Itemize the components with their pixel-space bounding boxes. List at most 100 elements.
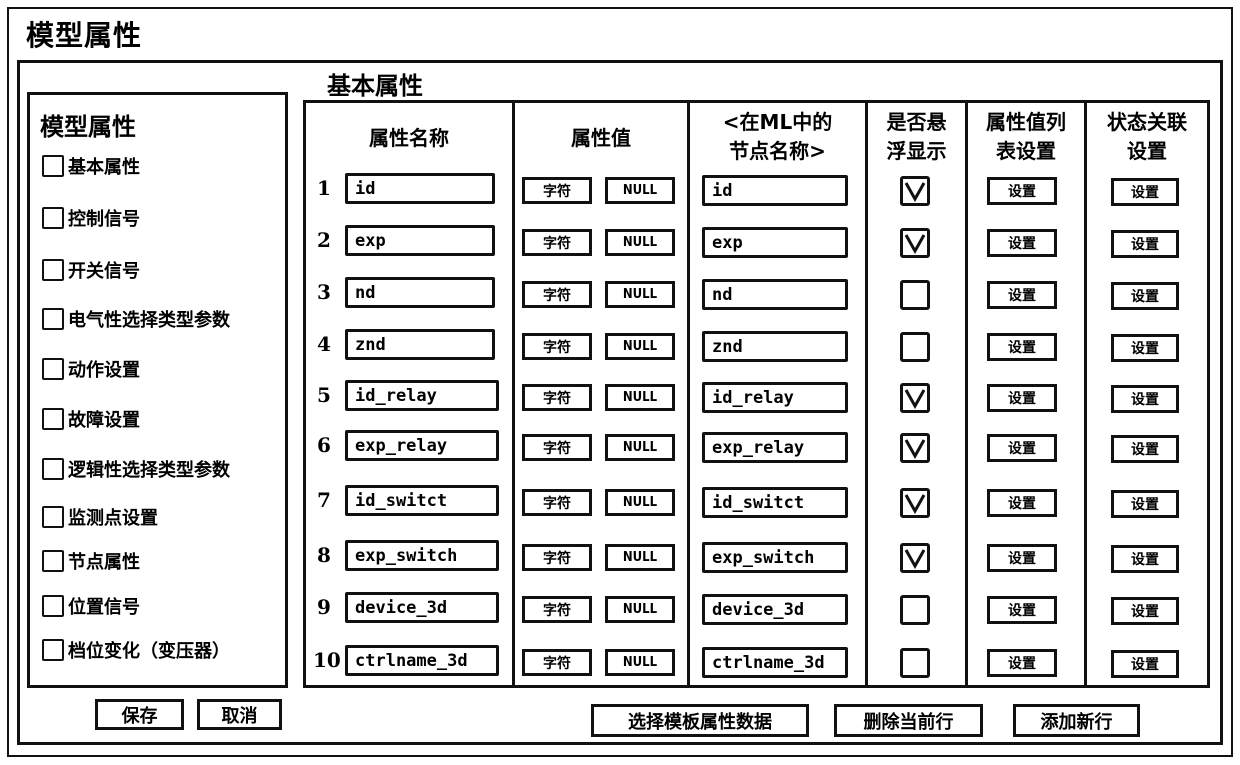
type-button[interactable]: 字符 <box>522 384 592 411</box>
type-button[interactable]: 字符 <box>522 333 592 360</box>
attribute-name-input[interactable]: id_switct <box>345 485 499 516</box>
type-button[interactable]: 字符 <box>522 489 592 516</box>
state-association-settings-button[interactable]: 设置 <box>1111 230 1179 258</box>
select-template-data-button[interactable]: 选择模板属性数据 <box>591 704 809 737</box>
null-button[interactable]: NULL <box>605 177 675 204</box>
sidebar-item[interactable]: 档位变化（变压器） <box>42 637 230 663</box>
state-association-settings-button[interactable]: 设置 <box>1111 597 1179 625</box>
sidebar-item-label: 逻辑性选择类型参数 <box>68 460 230 481</box>
ml-node-name-input[interactable]: exp_relay <box>702 432 848 463</box>
checkbox[interactable] <box>42 207 64 229</box>
attribute-name-input[interactable]: znd <box>345 329 495 360</box>
value-list-settings-button[interactable]: 设置 <box>987 333 1057 361</box>
checkbox[interactable] <box>42 595 64 617</box>
value-list-settings-button[interactable]: 设置 <box>987 177 1057 205</box>
state-association-settings-button[interactable]: 设置 <box>1111 385 1179 413</box>
null-button[interactable]: NULL <box>605 489 675 516</box>
sidebar-item[interactable]: 开关信号 <box>42 257 140 283</box>
sidebar-item[interactable]: 监测点设置 <box>42 504 158 530</box>
checkbox[interactable] <box>42 259 64 281</box>
delete-current-row-button[interactable]: 删除当前行 <box>834 704 983 737</box>
ml-node-name-input[interactable]: id <box>702 175 848 206</box>
state-association-settings-button[interactable]: 设置 <box>1111 282 1179 310</box>
type-button[interactable]: 字符 <box>522 229 592 256</box>
float-display-checkbox[interactable] <box>900 228 930 258</box>
attribute-name-input[interactable]: exp_relay <box>345 430 499 461</box>
null-button[interactable]: NULL <box>605 544 675 571</box>
checkbox[interactable] <box>42 155 64 177</box>
ml-node-name-input[interactable]: id_relay <box>702 382 848 413</box>
float-display-checkbox[interactable] <box>900 648 930 678</box>
float-display-checkbox[interactable] <box>900 543 930 573</box>
attribute-name-input[interactable]: exp_switch <box>345 540 499 571</box>
type-button[interactable]: 字符 <box>522 434 592 461</box>
float-display-checkbox[interactable] <box>900 280 930 310</box>
float-display-checkbox[interactable] <box>900 488 930 518</box>
type-button[interactable]: 字符 <box>522 177 592 204</box>
null-button[interactable]: NULL <box>605 649 675 676</box>
attribute-name-input[interactable]: nd <box>345 277 495 308</box>
float-display-checkbox[interactable] <box>900 176 930 206</box>
float-display-checkbox[interactable] <box>900 383 930 413</box>
null-button[interactable]: NULL <box>605 333 675 360</box>
ml-node-name-input[interactable]: ctrlname_3d <box>702 647 848 678</box>
state-association-settings-button[interactable]: 设置 <box>1111 435 1179 463</box>
state-association-settings-button[interactable]: 设置 <box>1111 178 1179 206</box>
value-list-settings-button[interactable]: 设置 <box>987 489 1057 517</box>
checkbox[interactable] <box>42 408 64 430</box>
null-button[interactable]: NULL <box>605 596 675 623</box>
column-divider <box>1084 100 1087 688</box>
null-button[interactable]: NULL <box>605 229 675 256</box>
cancel-button[interactable]: 取消 <box>197 699 282 730</box>
ml-node-name-input[interactable]: id_switct <box>702 487 848 518</box>
value-list-settings-button[interactable]: 设置 <box>987 596 1057 624</box>
null-button[interactable]: NULL <box>605 434 675 461</box>
checkbox[interactable] <box>42 506 64 528</box>
ml-node-name-input[interactable]: exp_switch <box>702 542 848 573</box>
value-list-settings-button[interactable]: 设置 <box>987 434 1057 462</box>
header-text: <在ML中的 <box>722 110 833 134</box>
ml-node-name-input[interactable]: znd <box>702 331 848 362</box>
null-button[interactable]: NULL <box>605 384 675 411</box>
type-button[interactable]: 字符 <box>522 649 592 676</box>
state-association-settings-button[interactable]: 设置 <box>1111 650 1179 678</box>
sidebar-item[interactable]: 电气性选择类型参数 <box>42 306 230 332</box>
attribute-name-input[interactable]: id_relay <box>345 380 499 411</box>
value-list-settings-button[interactable]: 设置 <box>987 384 1057 412</box>
value-list-settings-button[interactable]: 设置 <box>987 229 1057 257</box>
attribute-name-input[interactable]: id <box>345 173 495 204</box>
ml-node-name-input[interactable]: device_3d <box>702 594 848 625</box>
add-new-row-button[interactable]: 添加新行 <box>1013 704 1140 737</box>
value-list-settings-button[interactable]: 设置 <box>987 544 1057 572</box>
type-button[interactable]: 字符 <box>522 596 592 623</box>
null-button[interactable]: NULL <box>605 281 675 308</box>
sidebar-item[interactable]: 逻辑性选择类型参数 <box>42 456 230 482</box>
attribute-name-input[interactable]: ctrlname_3d <box>345 645 499 676</box>
attribute-name-input[interactable]: exp <box>345 225 495 256</box>
save-button[interactable]: 保存 <box>95 699 184 730</box>
sidebar-item[interactable]: 基本属性 <box>42 153 140 179</box>
checkbox[interactable] <box>42 639 64 661</box>
float-display-checkbox[interactable] <box>900 595 930 625</box>
state-association-settings-button[interactable]: 设置 <box>1111 490 1179 518</box>
sidebar-item[interactable]: 动作设置 <box>42 356 140 382</box>
value-list-settings-button[interactable]: 设置 <box>987 649 1057 677</box>
state-association-settings-button[interactable]: 设置 <box>1111 545 1179 573</box>
float-display-checkbox[interactable] <box>900 433 930 463</box>
type-button[interactable]: 字符 <box>522 281 592 308</box>
checkbox[interactable] <box>42 458 64 480</box>
sidebar-item[interactable]: 节点属性 <box>42 548 140 574</box>
sidebar-item[interactable]: 控制信号 <box>42 205 140 231</box>
checkbox[interactable] <box>42 308 64 330</box>
checkbox[interactable] <box>42 550 64 572</box>
state-association-settings-button[interactable]: 设置 <box>1111 334 1179 362</box>
type-button[interactable]: 字符 <box>522 544 592 571</box>
attribute-name-input[interactable]: device_3d <box>345 592 499 623</box>
checkbox[interactable] <box>42 358 64 380</box>
ml-node-name-input[interactable]: exp <box>702 227 848 258</box>
sidebar-item[interactable]: 位置信号 <box>42 593 140 619</box>
float-display-checkbox[interactable] <box>900 332 930 362</box>
sidebar-item[interactable]: 故障设置 <box>42 406 140 432</box>
ml-node-name-input[interactable]: nd <box>702 279 848 310</box>
value-list-settings-button[interactable]: 设置 <box>987 281 1057 309</box>
